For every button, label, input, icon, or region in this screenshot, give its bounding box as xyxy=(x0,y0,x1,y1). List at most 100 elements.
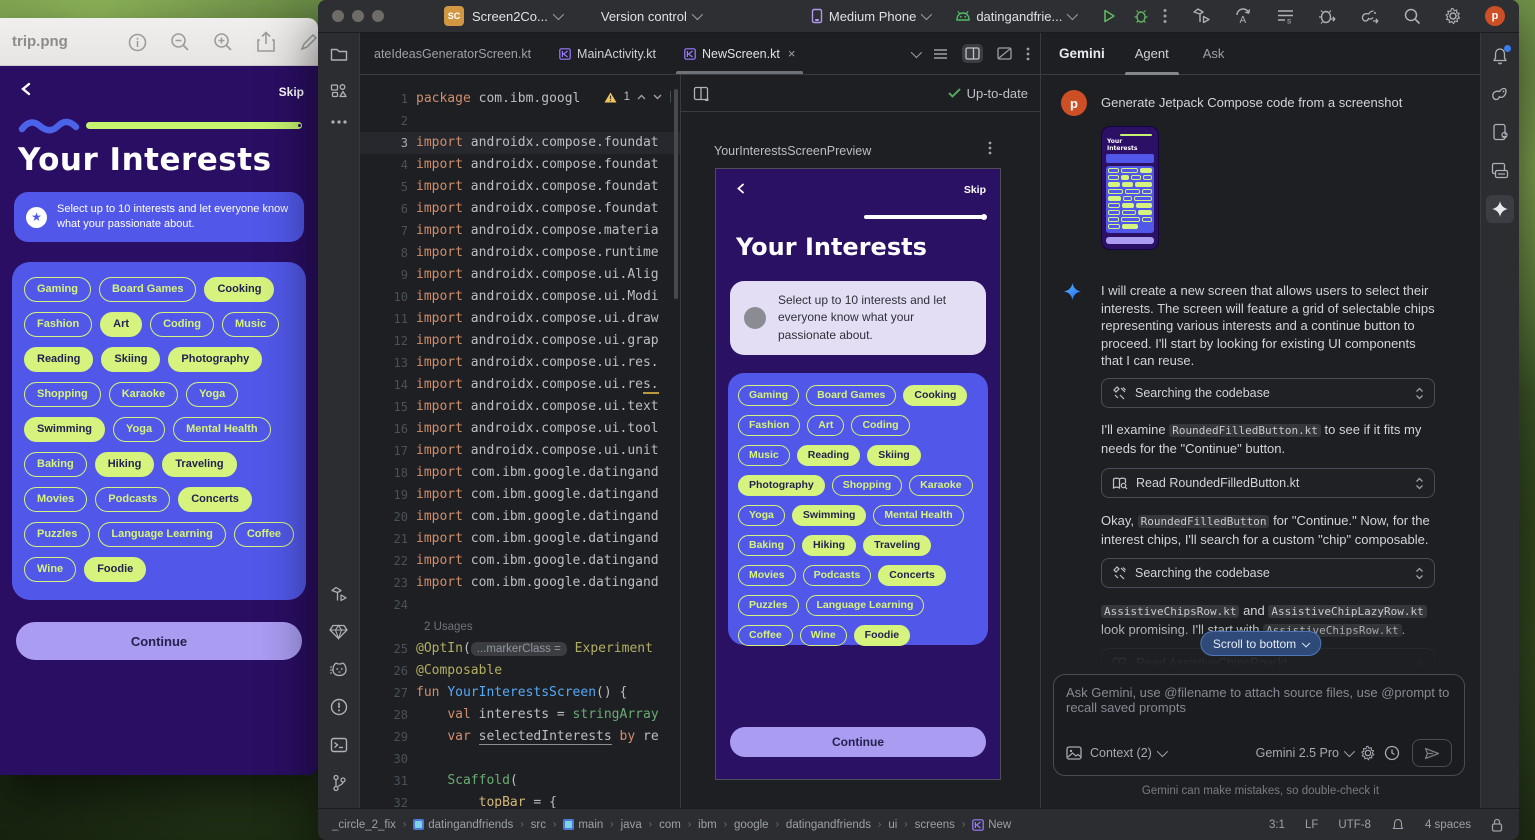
context-dropdown[interactable]: Context (2) xyxy=(1090,746,1165,760)
git-branch-icon[interactable] xyxy=(331,774,347,792)
interest-chip[interactable]: Fashion xyxy=(738,415,800,436)
info-icon[interactable] xyxy=(128,33,147,52)
interest-chip[interactable]: Foodie xyxy=(84,557,146,582)
interest-chip[interactable]: Traveling xyxy=(162,452,236,477)
breadcrumb-item[interactable]: main xyxy=(563,819,603,831)
hide-preview-icon[interactable] xyxy=(997,47,1012,60)
editor-kebab-icon[interactable] xyxy=(1026,47,1030,61)
device-frame-selector[interactable]: Medium Phone xyxy=(810,8,929,24)
notifications-bell-icon[interactable] xyxy=(1491,47,1509,65)
interest-chip[interactable]: Coding xyxy=(851,415,909,436)
interest-chip[interactable]: Gaming xyxy=(738,385,799,406)
code-editor[interactable]: 1 | 1package com.ibm.googl23import andro… xyxy=(360,75,680,808)
more-tool-windows-icon[interactable] xyxy=(331,120,347,124)
breadcrumb-item[interactable]: New xyxy=(972,819,1011,831)
file-encoding[interactable]: UTF-8 xyxy=(1338,819,1371,831)
interest-chip[interactable]: Podcasts xyxy=(95,487,170,512)
interest-chip[interactable]: Baking xyxy=(24,452,87,477)
resource-manager-icon[interactable] xyxy=(330,83,348,99)
interest-chip[interactable]: Reading xyxy=(24,347,93,372)
running-devices-icon[interactable] xyxy=(1492,123,1509,141)
breadcrumb-item[interactable]: google xyxy=(734,819,769,831)
gradle-tool-icon[interactable] xyxy=(1490,86,1510,102)
gemini-prompt-input[interactable] xyxy=(1054,675,1464,733)
interest-chip[interactable]: Music xyxy=(222,312,279,337)
interest-chip[interactable]: Yoga xyxy=(738,505,785,526)
editor-view-menu-icon[interactable] xyxy=(933,48,948,60)
breadcrumb-item[interactable]: src xyxy=(531,819,546,831)
close-window-icon[interactable] xyxy=(332,10,344,22)
tab-list-chevron-icon[interactable] xyxy=(911,46,922,57)
usages-hint[interactable]: 2 Usages xyxy=(360,616,680,638)
interest-chip[interactable]: Wine xyxy=(24,557,76,582)
model-selector[interactable]: Gemini 2.5 Pro xyxy=(1256,746,1352,760)
interest-chip[interactable]: Hiking xyxy=(802,535,856,556)
settings-gear-icon[interactable] xyxy=(1444,7,1462,25)
tool-call-card[interactable]: Searching the codebase xyxy=(1101,378,1435,408)
interest-chip[interactable]: Swimming xyxy=(24,417,105,442)
ai-rename-icon[interactable]: A xyxy=(1234,7,1253,25)
build-tool-icon[interactable] xyxy=(330,586,348,603)
search-everywhere-icon[interactable] xyxy=(1403,7,1421,25)
interest-chip[interactable]: Language Learning xyxy=(806,595,925,616)
interest-chip[interactable]: Baking xyxy=(738,535,795,556)
breadcrumb-item[interactable]: screens xyxy=(915,819,955,831)
tool-call-card[interactable]: Searching the codebase xyxy=(1101,558,1435,588)
attach-image-icon[interactable] xyxy=(1066,746,1082,760)
interest-chip[interactable]: Shopping xyxy=(24,382,101,407)
minimize-window-icon[interactable] xyxy=(352,10,364,22)
interest-chip[interactable]: Yoga xyxy=(186,382,238,407)
zoom-in-icon[interactable] xyxy=(213,32,233,52)
editor-tab[interactable]: NewScreen.kt× xyxy=(670,33,809,74)
expand-collapse-icon[interactable] xyxy=(1415,477,1424,490)
interest-chip[interactable]: Skiing xyxy=(867,445,921,466)
interest-chip[interactable]: Fashion xyxy=(24,312,92,337)
interest-chip[interactable]: Yoga xyxy=(113,417,165,442)
interest-chip[interactable]: Swimming xyxy=(792,505,867,526)
build-hammer-icon[interactable] xyxy=(1192,7,1211,25)
interest-chip[interactable]: Puzzles xyxy=(24,522,90,547)
expand-collapse-icon[interactable] xyxy=(1415,387,1424,400)
indent-setting[interactable]: 4 spaces xyxy=(1425,819,1471,831)
readonly-lock-icon[interactable] xyxy=(1491,818,1503,832)
interest-chip[interactable]: Movies xyxy=(738,565,796,586)
interest-chip[interactable]: Movies xyxy=(24,487,87,512)
share-icon[interactable] xyxy=(256,31,276,53)
project-tool-icon[interactable] xyxy=(330,47,348,62)
layout-inspector-icon[interactable] xyxy=(1491,162,1509,179)
editor-tab[interactable]: ateIdeasGeneratorScreen.kt xyxy=(360,33,545,74)
breadcrumb-item[interactable]: datingandfriends xyxy=(786,819,871,831)
zoom-out-icon[interactable] xyxy=(170,32,190,52)
interest-chip[interactable]: Music xyxy=(738,445,790,466)
interest-chip[interactable]: Photography xyxy=(738,475,825,496)
interest-chip[interactable]: Cooking xyxy=(903,385,967,406)
interest-chip[interactable]: Hiking xyxy=(95,452,155,477)
tab-ask[interactable]: Ask xyxy=(1199,33,1229,75)
tab-agent[interactable]: Agent xyxy=(1131,33,1173,75)
interest-chip[interactable]: Traveling xyxy=(863,535,931,556)
profiler-icon[interactable] xyxy=(1318,7,1337,25)
send-button[interactable] xyxy=(1412,739,1452,767)
history-clock-icon[interactable] xyxy=(1384,745,1400,761)
collapse-chevron-icon[interactable] xyxy=(1415,660,1424,667)
project-selector[interactable]: Screen2Co... xyxy=(472,9,561,24)
edit-pencil-icon[interactable] xyxy=(299,32,318,52)
breadcrumb-item[interactable]: java xyxy=(621,819,642,831)
interest-chip[interactable]: Photography xyxy=(168,347,262,372)
interest-chip[interactable]: Mental Health xyxy=(873,505,963,526)
breadcrumb-item[interactable]: datingandfriends xyxy=(413,819,513,831)
interest-chip[interactable]: Karaoke xyxy=(109,382,178,407)
close-tab-icon[interactable]: × xyxy=(788,46,796,61)
interest-chip[interactable]: Coffee xyxy=(234,522,294,547)
app-quality-insights-icon[interactable] xyxy=(329,624,348,640)
interest-chip[interactable]: Reading xyxy=(797,445,860,466)
run-target-selector[interactable]: datingandfrie... xyxy=(955,9,1075,24)
interest-chip[interactable]: Foodie xyxy=(854,625,910,646)
gemini-tool-icon[interactable] xyxy=(1486,195,1514,223)
user-profile-avatar[interactable]: p xyxy=(1485,6,1505,26)
breadcrumb-item[interactable]: com xyxy=(659,819,681,831)
interest-chip[interactable]: Concerts xyxy=(878,565,946,586)
logcat-icon[interactable] xyxy=(329,661,349,677)
interest-chip[interactable]: Mental Health xyxy=(173,417,271,442)
status-bell-icon[interactable] xyxy=(1391,818,1405,832)
